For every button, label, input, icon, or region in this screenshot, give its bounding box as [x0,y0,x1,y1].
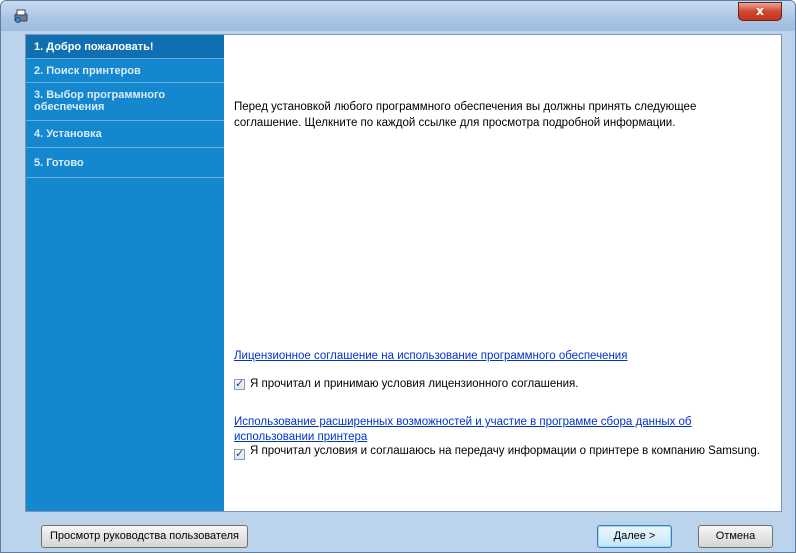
title-bar[interactable]: x [1,1,795,31]
license-agreement-link[interactable]: Лицензионное соглашение на использование… [234,349,764,364]
data-consent-checkbox[interactable]: ✓ [234,447,245,460]
license-accept-row[interactable]: ✓ Я прочитал и принимаю условия лицензио… [234,377,764,393]
installer-window: x 1. Добро пожаловать! 2. Поиск принтеро… [0,0,796,553]
view-user-guide-button[interactable]: Просмотр руководства пользователя [41,525,248,548]
steps-sidebar: 1. Добро пожаловать! 2. Поиск принтеров … [26,35,224,511]
checkmark-icon: ✓ [235,447,245,460]
step-printer-search: 2. Поиск принтеров [26,59,224,83]
data-consent-row[interactable]: ✓ Я прочитал условия и соглашаюсь на пер… [234,444,764,476]
wizard-body: 1. Добро пожаловать! 2. Поиск принтеров … [25,34,782,512]
license-accept-label[interactable]: Я прочитал и принимаю условия лицензионн… [250,377,760,392]
data-collection-link[interactable]: Использование расширенных возможностей и… [234,415,764,445]
data-consent-label[interactable]: Я прочитал условия и соглашаюсь на перед… [250,444,760,459]
intro-text: Перед установкой любого программного обе… [234,101,697,129]
step-welcome: 1. Добро пожаловать! [26,35,224,59]
main-content: Перед установкой любого программного обе… [224,35,781,511]
next-button[interactable]: Далее > [597,525,672,548]
checkmark-icon: ✓ [235,377,245,390]
cancel-button[interactable]: Отмена [698,525,773,548]
setup-app-icon [14,9,28,23]
step-software-selection: 3. Выбор программного обеспечения [26,83,224,121]
close-button[interactable]: x [738,2,782,21]
step-finish: 5. Готово [26,148,224,178]
license-accept-checkbox[interactable]: ✓ [234,377,245,390]
step-installation: 4. Установка [26,121,224,148]
